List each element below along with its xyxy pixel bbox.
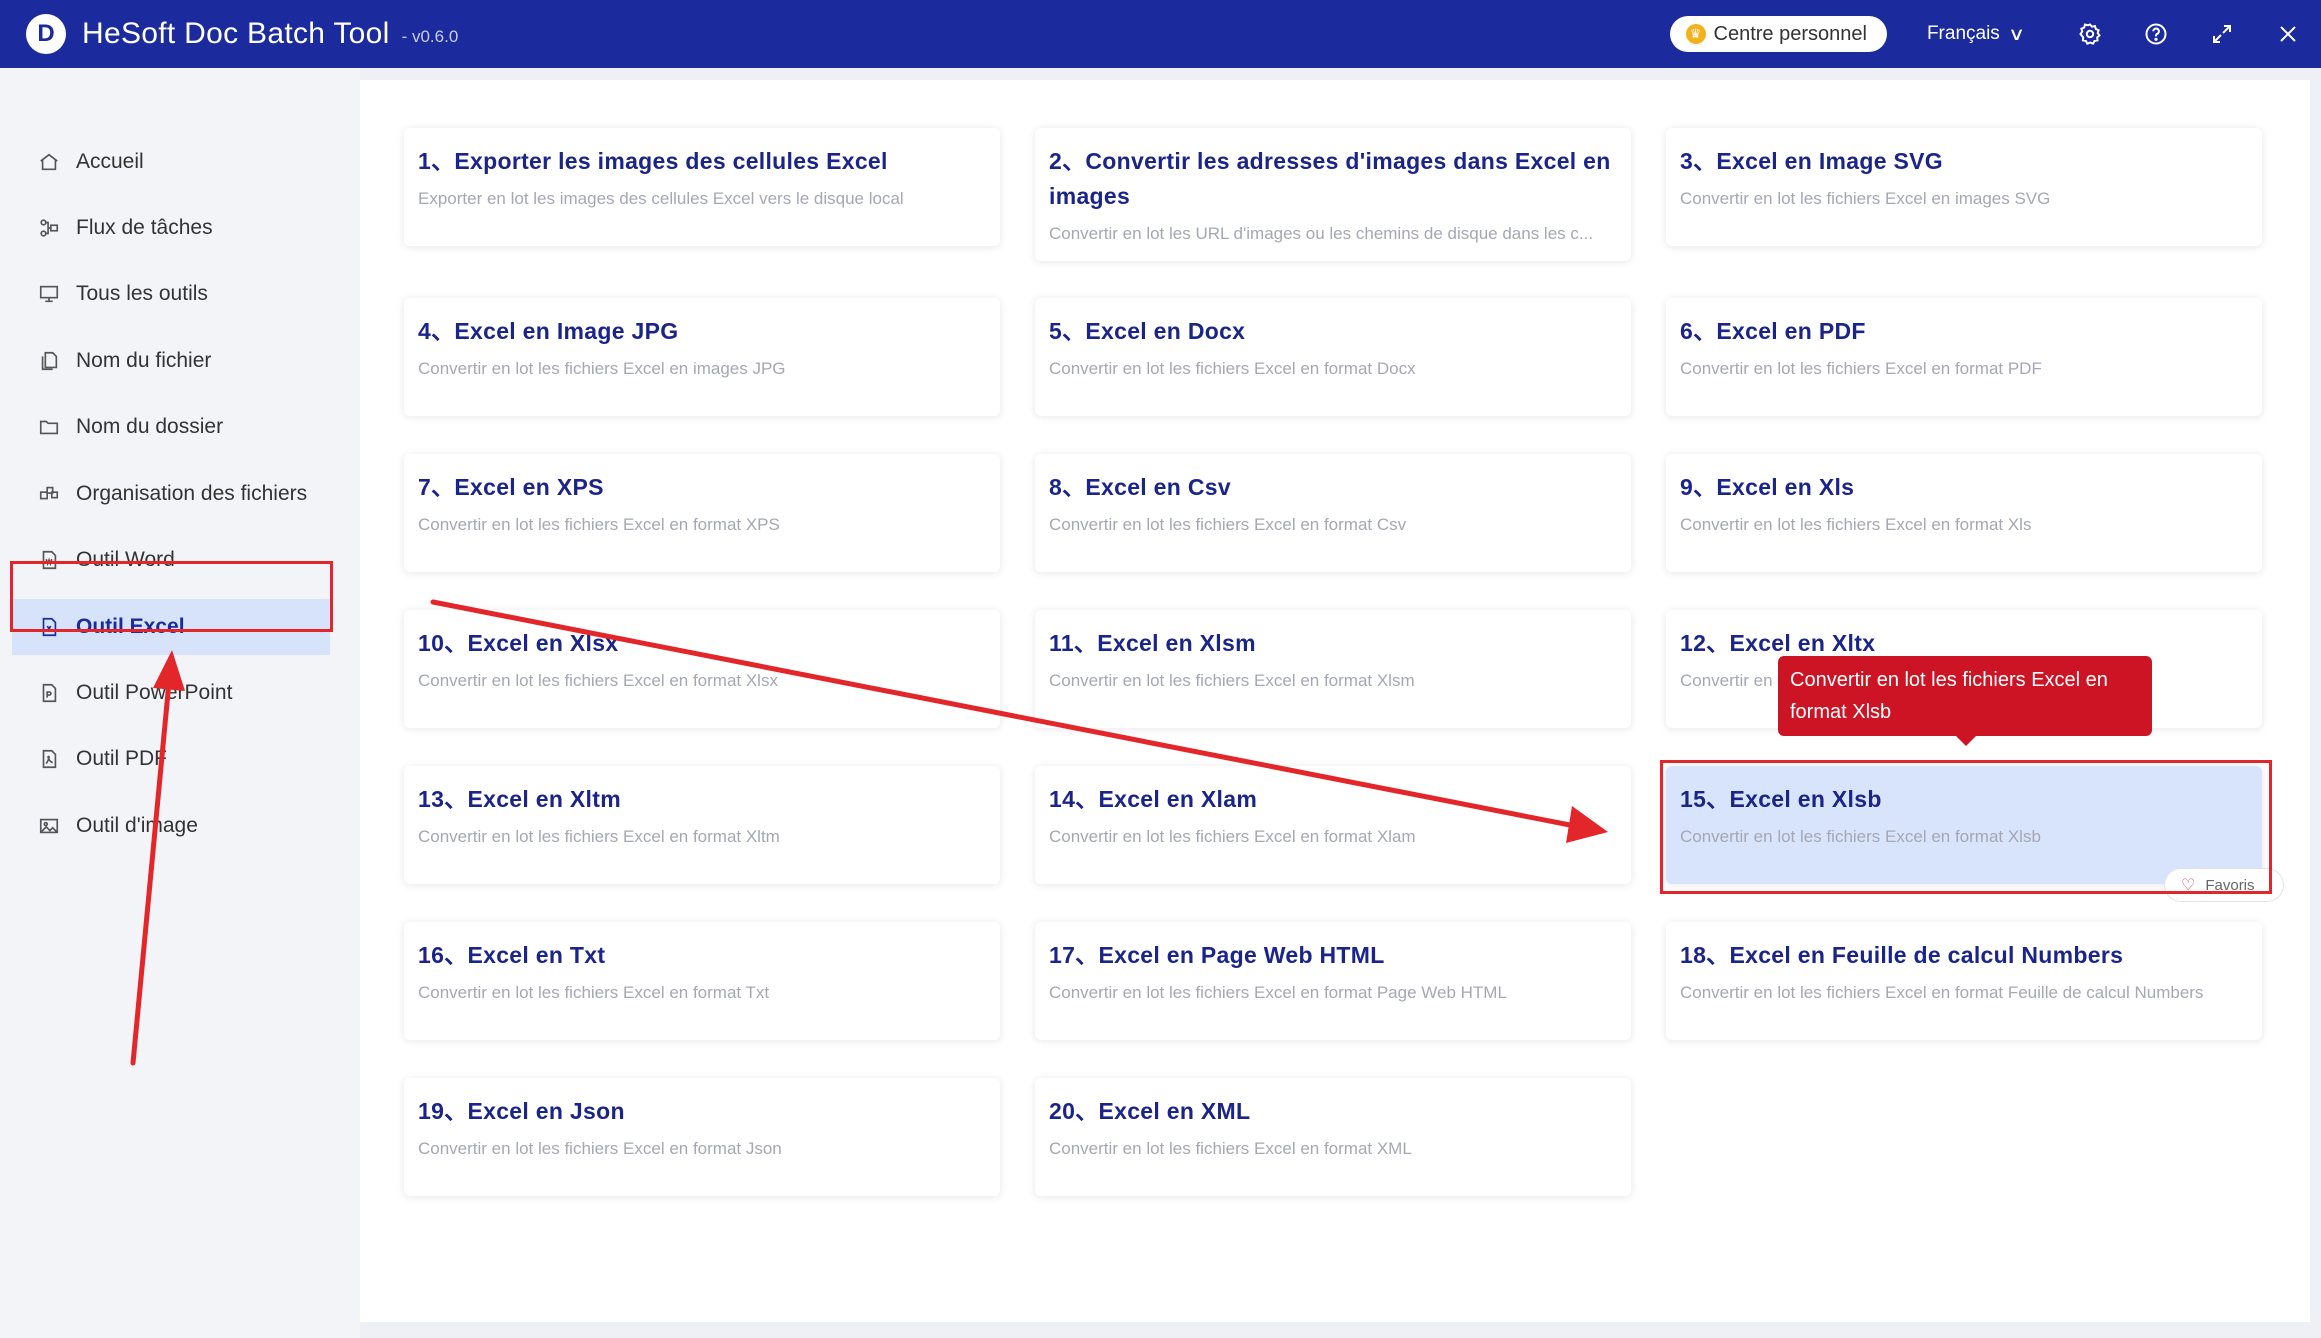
- settings-icon[interactable]: [2057, 0, 2123, 68]
- annotation-highlight-outil-excel: [10, 561, 333, 632]
- tool-card-desc: Convertir en lot les fichiers Excel en f…: [418, 983, 770, 1002]
- sidebar-item-label: Outil PowerPoint: [76, 681, 233, 704]
- tool-card-5[interactable]: 5、Excel en Docx Convertir en lot les fic…: [1035, 298, 1631, 416]
- sidebar-item-nom-fichier[interactable]: Nom du fichier: [12, 333, 330, 389]
- chevron-down-icon: ∨: [2007, 23, 2025, 44]
- tool-card-desc: Convertir en lot les fichiers Excel en f…: [1680, 983, 2204, 1002]
- tool-card-3[interactable]: 3、Excel en Image SVG Convertir en lot le…: [1666, 128, 2262, 246]
- sidebar-item-accueil[interactable]: Accueil: [12, 134, 330, 190]
- tool-card-title: 17、Excel en Page Web HTML: [1049, 942, 1385, 968]
- tool-card-6[interactable]: 6、Excel en PDF Convertir en lot les fich…: [1666, 298, 2262, 416]
- home-icon: [38, 151, 60, 173]
- title-bar: D HeSoft Doc Batch Tool - v0.6.0 ♛ Centr…: [0, 0, 2321, 68]
- help-icon[interactable]: [2123, 0, 2189, 68]
- sidebar-item-tous-outils[interactable]: Tous les outils: [12, 266, 330, 322]
- sidebar: Accueil Flux de tâches Tous les outils N…: [0, 68, 360, 1338]
- tool-card-desc: Exporter en lot les images des cellules …: [418, 189, 904, 208]
- tool-card-7[interactable]: 7、Excel en XPS Convertir en lot les fich…: [404, 454, 1000, 572]
- sidebar-item-label: Outil d'image: [76, 814, 198, 837]
- tool-card-19[interactable]: 19、Excel en Json Convertir en lot les fi…: [404, 1078, 1000, 1196]
- workflow-icon: [38, 217, 60, 239]
- tool-card-desc: Convertir en lot les fichiers Excel en f…: [1049, 671, 1415, 690]
- centre-personnel-button[interactable]: ♛ Centre personnel: [1669, 16, 1887, 52]
- pdf-file-icon: [38, 748, 60, 770]
- tool-card-9[interactable]: 9、Excel en Xls Convertir en lot les fich…: [1666, 454, 2262, 572]
- tool-card-1[interactable]: 1、Exporter les images des cellules Excel…: [404, 128, 1000, 246]
- tool-card-title: 20、Excel en XML: [1049, 1098, 1251, 1124]
- tooltip: Convertir en lot les fichiers Excel en f…: [1778, 656, 2152, 746]
- tool-card-13[interactable]: 13、Excel en Xltm Convertir en lot les fi…: [404, 766, 1000, 884]
- tool-card-title: 8、Excel en Csv: [1049, 474, 1231, 500]
- organize-icon: [38, 483, 60, 505]
- ppt-file-icon: [38, 682, 60, 704]
- tool-card-17[interactable]: 17、Excel en Page Web HTML Convertir en l…: [1035, 922, 1631, 1040]
- tool-card-desc: Convertir en lot les fichiers Excel en f…: [1049, 359, 1416, 378]
- app-logo-icon: D: [26, 14, 66, 54]
- crown-icon: ♛: [1685, 24, 1706, 44]
- tool-card-desc: Convertir en lot les URL d'images ou les…: [1049, 224, 1594, 243]
- sidebar-item-label: Outil PDF: [76, 747, 168, 770]
- sidebar-item-label: Nom du fichier: [76, 349, 212, 372]
- tool-card-title: 9、Excel en Xls: [1680, 474, 1855, 500]
- centre-personnel-label: Centre personnel: [1713, 22, 1867, 45]
- tool-card-desc: Convertir en lot les fichiers Excel en f…: [418, 827, 780, 846]
- tool-card-title: 18、Excel en Feuille de calcul Numbers: [1680, 942, 2124, 968]
- tool-card-10[interactable]: 10、Excel en Xlsx Convertir en lot les fi…: [404, 610, 1000, 728]
- annotation-highlight-card-15: [1660, 760, 2272, 894]
- tool-card-title: 2、Convertir les adresses d'images dans E…: [1049, 148, 1611, 209]
- sidebar-item-outil-image[interactable]: Outil d'image: [12, 798, 330, 854]
- tool-card-20[interactable]: 20、Excel en XML Convertir en lot les fic…: [1035, 1078, 1631, 1196]
- sidebar-item-label: Organisation des fichiers: [76, 482, 308, 505]
- tool-card-desc: Convertir en lot les fichiers Excel en f…: [418, 671, 778, 690]
- close-icon[interactable]: [2255, 0, 2321, 68]
- maximize-icon[interactable]: [2189, 0, 2255, 68]
- tool-card-18[interactable]: 18、Excel en Feuille de calcul Numbers Co…: [1666, 922, 2262, 1040]
- sidebar-item-organisation[interactable]: Organisation des fichiers: [12, 466, 330, 522]
- tool-card-4[interactable]: 4、Excel en Image JPG Convertir en lot le…: [404, 298, 1000, 416]
- tool-card-8[interactable]: 8、Excel en Csv Convertir en lot les fich…: [1035, 454, 1631, 572]
- tool-card-desc: Convertir en lot les fichiers Excel en f…: [418, 1139, 782, 1158]
- tool-card-desc: Convertir en lot les fichiers Excel en f…: [1680, 515, 2032, 534]
- tool-card-title: 13、Excel en Xltm: [418, 786, 621, 812]
- sidebar-item-outil-powerpoint[interactable]: Outil PowerPoint: [12, 665, 330, 721]
- tool-card-title: 3、Excel en Image SVG: [1680, 148, 1943, 174]
- tool-card-desc: Convertir en lot les fichiers Excel en f…: [1680, 359, 2042, 378]
- tool-card-title: 7、Excel en XPS: [418, 474, 604, 500]
- tool-card-desc: Convertir en lot les fichiers Excel en f…: [418, 515, 780, 534]
- app-title: HeSoft Doc Batch Tool: [82, 17, 390, 50]
- sidebar-item-label: Flux de tâches: [76, 216, 213, 239]
- sidebar-item-label: Tous les outils: [76, 282, 208, 305]
- app-version: - v0.6.0: [401, 27, 459, 46]
- image-icon: [38, 815, 60, 837]
- folder-icon: [38, 416, 60, 438]
- sidebar-item-outil-pdf[interactable]: Outil PDF: [12, 731, 330, 787]
- tool-card-desc: Convertir en lot les fichiers Excel en i…: [1680, 189, 2051, 208]
- tool-card-14[interactable]: 14、Excel en Xlam Convertir en lot les fi…: [1035, 766, 1631, 884]
- tool-card-title: 14、Excel en Xlam: [1049, 786, 1258, 812]
- tool-card-title: 16、Excel en Txt: [418, 942, 606, 968]
- sidebar-item-nom-dossier[interactable]: Nom du dossier: [12, 399, 330, 455]
- sidebar-item-flux[interactable]: Flux de tâches: [12, 200, 330, 256]
- tool-card-desc: Convertir en lot les fichiers Excel en f…: [1049, 983, 1507, 1002]
- tool-card-title: 4、Excel en Image JPG: [418, 318, 679, 344]
- tool-card-title: 19、Excel en Json: [418, 1098, 625, 1124]
- monitor-icon: [38, 283, 60, 305]
- tool-card-title: 6、Excel en PDF: [1680, 318, 1866, 344]
- language-select[interactable]: Français ∨: [1926, 23, 2025, 45]
- sidebar-item-label: Accueil: [76, 150, 144, 173]
- tool-card-desc: Convertir en lot les fichiers Excel en f…: [1049, 515, 1407, 534]
- tool-card-title: 5、Excel en Docx: [1049, 318, 1246, 344]
- sidebar-item-label: Nom du dossier: [76, 415, 224, 438]
- tool-card-title: 1、Exporter les images des cellules Excel: [418, 148, 888, 174]
- tool-card-title: 10、Excel en Xlsx: [418, 630, 619, 656]
- tool-card-title: 11、Excel en Xlsm: [1049, 630, 1256, 656]
- tool-card-desc: Convertir en lot les fichiers Excel en f…: [1049, 1139, 1412, 1158]
- tool-card-desc: Convertir en lot les fichiers Excel en f…: [1049, 827, 1416, 846]
- tool-card-16[interactable]: 16、Excel en Txt Convertir en lot les fic…: [404, 922, 1000, 1040]
- tool-card-2[interactable]: 2、Convertir les adresses d'images dans E…: [1035, 128, 1631, 261]
- tool-card-11[interactable]: 11、Excel en Xlsm Convertir en lot les fi…: [1035, 610, 1631, 728]
- tool-card-desc: Convertir en lot les fichiers Excel en i…: [418, 359, 786, 378]
- language-label: Français: [1926, 23, 2000, 44]
- file-copy-icon: [38, 350, 60, 372]
